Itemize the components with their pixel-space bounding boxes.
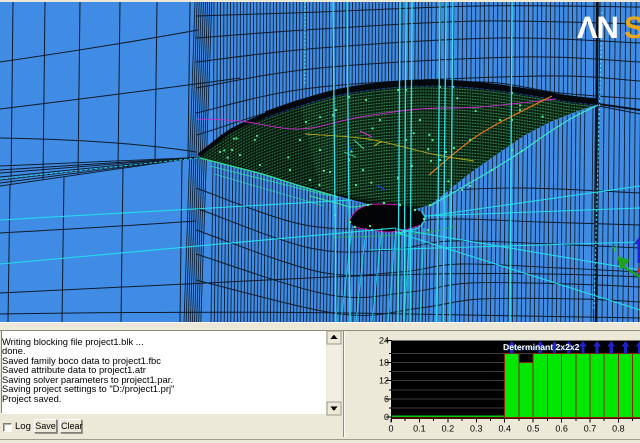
svg-text:0.8: 0.8 [612, 424, 625, 434]
svg-text:0.7: 0.7 [584, 424, 597, 434]
svg-text:0.3: 0.3 [470, 424, 483, 434]
svg-text:Determinant 2x2x2: Determinant 2x2x2 [503, 342, 580, 352]
svg-text:0: 0 [388, 424, 393, 434]
svg-text:0.1: 0.1 [413, 424, 426, 434]
svg-text:0.6: 0.6 [555, 424, 568, 434]
svg-text:0.2: 0.2 [442, 424, 455, 434]
svg-text:ΛN: ΛN [577, 10, 618, 45]
svg-text:Y: Y [612, 245, 618, 254]
svg-text:S: S [624, 10, 640, 45]
svg-text:0.5: 0.5 [527, 424, 540, 434]
svg-text:0.4: 0.4 [498, 424, 511, 434]
